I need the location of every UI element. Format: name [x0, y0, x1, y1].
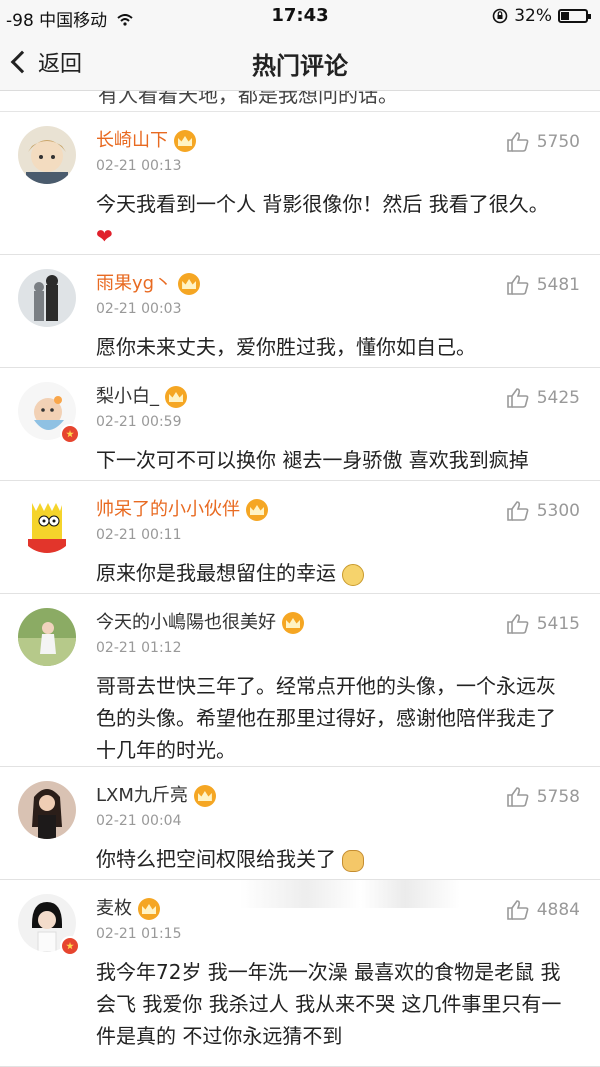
- username-text: 帅呆了的小小伙伴: [96, 499, 240, 520]
- page-title: 热门评论: [252, 52, 348, 80]
- thumbs-up-icon: [506, 388, 529, 408]
- status-right: 32%: [492, 6, 591, 26]
- like-button[interactable]: 5415: [506, 614, 580, 634]
- like-count: 5300: [536, 501, 580, 521]
- partial-comment: 有人看着天地，都是我想问的话。: [0, 91, 600, 112]
- doge-emoji-icon: [342, 849, 365, 872]
- blurred-overlay: [240, 880, 460, 908]
- like-count: 5481: [536, 275, 580, 295]
- comment-time: 02-21 00:04: [96, 813, 182, 829]
- username[interactable]: 雨果yg丶: [96, 269, 201, 295]
- comment-time: 02-21 00:03: [96, 301, 182, 317]
- comment-body: 原来你是我最想留住的幸运: [96, 561, 336, 585]
- comment-item[interactable]: 今天的小嶋陽也很美好 02-21 01:12 5415 哥哥去世快三年了。经常点开他的…: [0, 594, 600, 767]
- comment-body: 哥哥去世快三年了。经常点开他的头像，一个永远灰色的头像。希望他在那里过得好，感谢…: [96, 674, 556, 762]
- heart-emoji-icon: ❤: [96, 224, 113, 248]
- thumbs-up-icon: [506, 787, 529, 807]
- thumbs-up-icon: [506, 132, 529, 152]
- member-crown-icon: [174, 130, 196, 152]
- comment-text: 我今年72岁 我一年洗一次澡 最喜欢的食物是老鼠 我会飞 我爱你 我杀过人 我从…: [96, 956, 566, 1052]
- comment-body: 今天我看到一个人 背影很像你！然后 我看了很久。: [96, 192, 549, 216]
- member-crown-icon: [193, 785, 216, 807]
- like-count: 5750: [536, 132, 580, 152]
- comment-text: 愿你未来丈夫，爱你胜过我，懂你如自己。: [96, 331, 566, 363]
- comment-body: 愿你未来丈夫，爱你胜过我，懂你如自己。: [96, 335, 476, 359]
- battery-icon: [558, 9, 591, 23]
- comment-text: 哥哥去世快三年了。经常点开他的头像，一个永远灰色的头像。希望他在那里过得好，感谢…: [96, 670, 566, 766]
- member-crown-icon: [178, 273, 201, 295]
- comment-time: 02-21 01:12: [96, 640, 182, 656]
- like-count: 5415: [536, 614, 580, 634]
- comment-text: 原来你是我最想留住的幸运: [96, 557, 566, 589]
- verified-badge-icon: [60, 936, 80, 956]
- username-text: 今天的小嶋陽也很美好: [96, 612, 276, 633]
- username[interactable]: 帅呆了的小小伙伴: [96, 495, 268, 521]
- sad-face-emoji-icon: [342, 563, 365, 586]
- username[interactable]: 长崎山下: [96, 126, 196, 152]
- username[interactable]: 梨小白_: [96, 382, 187, 408]
- comment-item[interactable]: 长崎山下 02-21 00:13 5750 今天我看到一个人 背影很像你！然后 我看了…: [0, 112, 600, 255]
- username-text: 梨小白_: [96, 386, 159, 407]
- member-crown-icon: [138, 898, 160, 920]
- comment-body: 你特么把空间权限给我关了: [96, 847, 336, 871]
- member-crown-icon: [165, 386, 187, 408]
- username[interactable]: 今天的小嶋陽也很美好: [96, 608, 304, 634]
- comment-item[interactable]: 帅呆了的小小伙伴 02-21 00:11 5300 原来你是我最想留住的幸运: [0, 481, 600, 594]
- like-count: 4884: [536, 900, 580, 920]
- like-count: 5758: [536, 787, 580, 807]
- comment-text: 你特么把空间权限给我关了: [96, 843, 566, 875]
- thumbs-up-icon: [506, 275, 529, 295]
- avatar[interactable]: [18, 781, 76, 839]
- comment-body: 我今年72岁 我一年洗一次澡 最喜欢的食物是老鼠 我会飞 我爱你 我杀过人 我从…: [96, 960, 562, 1048]
- comment-time: 02-21 01:15: [96, 926, 182, 942]
- like-button[interactable]: 5750: [506, 132, 580, 152]
- thumbs-up-icon: [506, 900, 529, 920]
- rotation-lock-icon: [492, 8, 508, 24]
- username-text: 麦枚: [96, 898, 132, 919]
- verified-badge-icon: [60, 424, 80, 444]
- comment-text: 下一次可不可以换你 褪去一身骄傲 喜欢我到疯掉: [96, 444, 566, 476]
- battery-percent: 32%: [514, 6, 552, 26]
- comment-time: 02-21 00:11: [96, 527, 182, 543]
- comment-time: 02-21 00:59: [96, 414, 182, 430]
- comment-body: 下一次可不可以换你 褪去一身骄傲 喜欢我到疯掉: [96, 448, 529, 472]
- like-button[interactable]: 5481: [506, 275, 580, 295]
- like-button[interactable]: 4884: [506, 900, 580, 920]
- username[interactable]: LXM九斤亮: [96, 781, 216, 807]
- thumbs-up-icon: [506, 501, 529, 521]
- avatar[interactable]: [18, 269, 76, 327]
- username-text: 长崎山下: [96, 130, 168, 151]
- avatar[interactable]: [18, 126, 76, 184]
- comment-item[interactable]: 麦枚 02-21 01:15 4884 我今年72岁 我一年洗一次澡 最喜欢的食物是老…: [0, 880, 600, 1067]
- avatar[interactable]: [18, 608, 76, 666]
- thumbs-up-icon: [506, 614, 529, 634]
- member-crown-icon: [282, 612, 304, 634]
- comment-item[interactable]: LXM九斤亮 02-21 00:04 5758 你特么把空间权限给我关了: [0, 767, 600, 880]
- like-button[interactable]: 5758: [506, 787, 580, 807]
- username-text: LXM九斤亮: [96, 785, 188, 806]
- member-crown-icon: [246, 499, 268, 521]
- like-count: 5425: [536, 388, 580, 408]
- like-button[interactable]: 5300: [506, 501, 580, 521]
- avatar[interactable]: [18, 495, 76, 553]
- nav-bar: 返回 热门评论: [0, 34, 600, 91]
- comment-time: 02-21 00:13: [96, 158, 182, 174]
- comment-item[interactable]: 梨小白_ 02-21 00:59 5425 下一次可不可以换你 褪去一身骄傲 喜欢我到…: [0, 368, 600, 481]
- status-bar: -98 中国移动 17:43 32%: [0, 0, 600, 34]
- comment-item[interactable]: 雨果yg丶 02-21 00:03 5481 愿你未来丈夫，爱你胜过我，懂你如自己。: [0, 255, 600, 368]
- like-button[interactable]: 5425: [506, 388, 580, 408]
- username[interactable]: 麦枚: [96, 894, 160, 920]
- comment-text: 今天我看到一个人 背影很像你！然后 我看了很久。 ❤: [96, 188, 566, 252]
- partial-comment-text: 有人看着天地，都是我想问的话。: [98, 91, 398, 107]
- username-text: 雨果yg丶: [96, 273, 173, 294]
